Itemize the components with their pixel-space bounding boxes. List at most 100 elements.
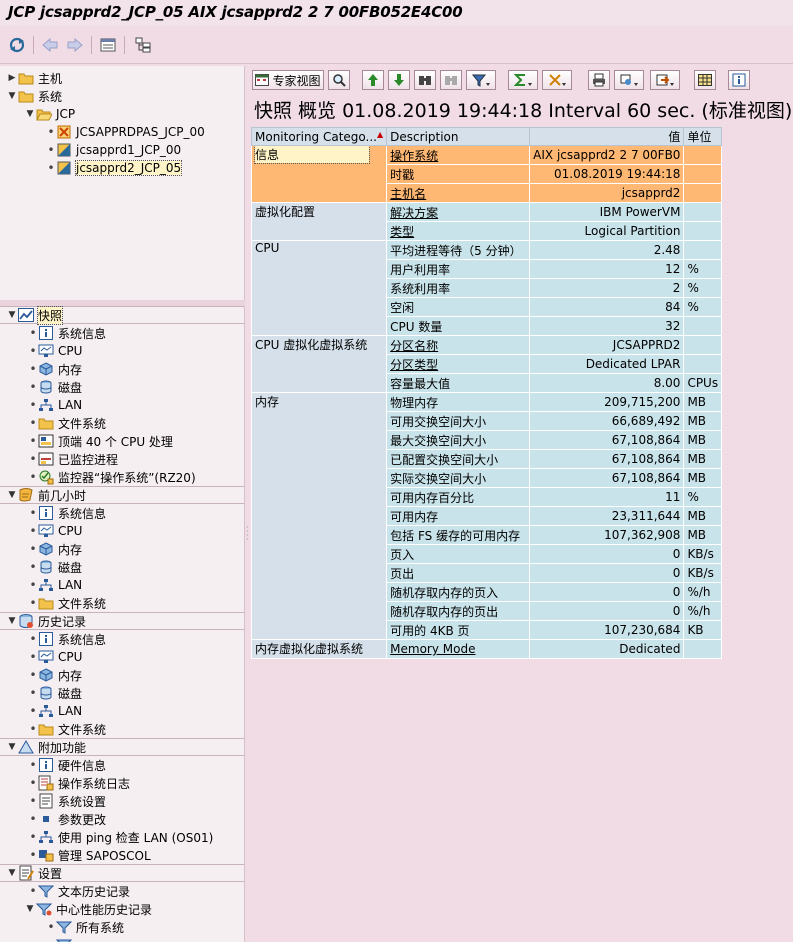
category-cell[interactable]: 虚拟化配置 — [250, 202, 388, 241]
collapse-arrow-icon[interactable]: ▼ — [6, 742, 18, 752]
tree-item[interactable]: •... — [46, 936, 87, 942]
tree-item[interactable]: • 磁盘 — [28, 684, 82, 702]
tree-item[interactable]: • 文件系统 — [28, 594, 106, 612]
tree-group-header[interactable]: ▼ 快照 — [6, 306, 64, 325]
tree-item[interactable]: ▼ 中心性能历史记录 — [24, 900, 152, 918]
tree-toggle-icon[interactable] — [134, 36, 152, 54]
subtotal-button[interactable] — [542, 70, 572, 90]
category-cell[interactable]: 信息 — [250, 145, 388, 203]
category-cell[interactable]: 内存虚拟化虚拟系统 — [250, 639, 388, 659]
column-header-value[interactable]: 值 — [529, 127, 685, 146]
table-row[interactable]: CPU 虚拟化虚拟系统 分区名称 JCSAPPRD2 — [250, 335, 723, 393]
memory-icon — [38, 361, 54, 377]
tree-item[interactable]: • CPU — [28, 522, 82, 540]
description-cell[interactable]: 解决方案 — [386, 202, 531, 222]
tree-item[interactable]: • 系统设置 — [28, 792, 106, 810]
tree-item[interactable]: • 系统信息 — [28, 630, 106, 648]
refresh-icon[interactable] — [8, 36, 26, 54]
table-row[interactable]: 虚拟化配置 解决方案 IBM PowerVM — [250, 202, 723, 241]
tree-group-header[interactable]: ▼ 附加功能 — [6, 738, 86, 756]
print-button[interactable] — [588, 70, 610, 90]
description-cell[interactable]: 类型 — [386, 221, 531, 241]
collapse-arrow-icon[interactable]: ▼ — [6, 616, 18, 626]
tree-group-header[interactable]: ▼ 历史记录 — [6, 612, 86, 630]
tree-node-systems[interactable]: ▼ 系统 — [6, 87, 62, 105]
sum-button[interactable] — [508, 70, 538, 90]
collapse-arrow-icon[interactable]: ▼ — [6, 868, 18, 878]
tree-item[interactable]: • 内存 — [28, 666, 82, 684]
tree-item[interactable]: • 操作系统日志 — [28, 774, 130, 792]
category-cell[interactable]: CPU 虚拟化虚拟系统 — [250, 335, 388, 393]
table-row[interactable]: CPU 平均进程等待（5 分钟） 2.48 — [250, 240, 723, 336]
tree-item[interactable]: • 管理 SAPOSCOL — [28, 846, 150, 864]
collapse-arrow-icon[interactable]: ▼ — [6, 310, 18, 320]
layout-icon[interactable] — [99, 36, 117, 54]
column-header-category[interactable]: Monitoring Catego...▲ — [250, 127, 388, 146]
expand-arrow-icon[interactable]: ▶ — [6, 73, 18, 83]
tree-group-header[interactable]: ▼ 前几小时 — [6, 486, 86, 504]
tree-item[interactable]: • 已监控进程 — [28, 450, 118, 468]
tree-item[interactable]: • 文本历史记录 — [28, 882, 130, 900]
column-header-unit[interactable]: 单位 — [683, 127, 723, 146]
tree-item[interactable]: • 内存 — [28, 540, 82, 558]
tree-item[interactable]: • CPU — [28, 342, 82, 360]
tree-item[interactable]: • 参数更改 — [28, 810, 106, 828]
category-cell[interactable]: 内存 — [250, 392, 388, 640]
tree-node-jcsapprd1[interactable]: • jcsapprd1_JCP_00 — [46, 141, 181, 159]
table-row[interactable]: 信息 操作系统 AIX jcsapprd2 2 7 00FB0 — [250, 145, 723, 203]
sort-descending-button[interactable] — [388, 70, 410, 90]
forward-arrow-icon[interactable] — [66, 36, 84, 54]
table-row[interactable]: 内存虚拟化虚拟系统 Memory Mode Dedicated — [250, 639, 723, 659]
description-cell[interactable]: 操作系统 — [386, 145, 531, 165]
description-cell: 空闲 — [386, 297, 531, 317]
find-next-button[interactable] — [440, 70, 462, 90]
tree-node-hosts[interactable]: ▶ 主机 — [6, 69, 62, 87]
tree-item[interactable]: • 硬件信息 — [28, 756, 106, 774]
tree-item[interactable]: • LAN — [28, 576, 82, 594]
tree-item[interactable]: • 系统信息 — [28, 324, 106, 342]
collapse-arrow-icon[interactable]: ▼ — [6, 490, 18, 500]
info-button[interactable] — [728, 70, 750, 90]
tree-item[interactable]: • 系统信息 — [28, 504, 106, 522]
tree-item[interactable]: • 所有系统 — [46, 918, 124, 936]
description-cell[interactable]: 主机名 — [386, 183, 531, 203]
collapse-arrow-icon[interactable]: ▼ — [24, 109, 36, 119]
filter-button[interactable] — [466, 70, 496, 90]
tree-item[interactable]: • 内存 — [28, 360, 82, 378]
tree-item[interactable]: • 磁盘 — [28, 378, 82, 396]
description-cell[interactable]: 分区类型 — [386, 354, 531, 374]
back-arrow-icon[interactable] — [41, 36, 59, 54]
layout-button[interactable] — [694, 70, 716, 90]
table-row[interactable]: 内存 物理内存 209,715,200 MB — [250, 392, 723, 640]
export-button[interactable] — [650, 70, 680, 90]
tree-item[interactable]: • 顶端 40 个 CPU 处理 — [28, 432, 172, 450]
tree-node-label: 主机 — [38, 71, 63, 86]
tree-node-jcsapprdpas[interactable]: • JCSAPPRDPAS_JCP_00 — [46, 123, 204, 141]
sort-ascending-button[interactable] — [362, 70, 384, 90]
description-cell[interactable]: 分区名称 — [386, 335, 531, 355]
description-cell[interactable]: Memory Mode — [386, 639, 531, 659]
tree-item[interactable]: • 文件系统 — [28, 414, 106, 432]
tree-item[interactable]: • 文件系统 — [28, 720, 106, 738]
tree-node-jcp[interactable]: ▼ JCP — [24, 105, 76, 123]
collapse-arrow-icon[interactable]: ▼ — [24, 904, 36, 914]
collapse-arrow-icon[interactable]: ▼ — [6, 91, 18, 101]
tree-item[interactable]: • LAN — [28, 702, 82, 720]
tree-item[interactable]: • LAN — [28, 396, 82, 414]
tree-item[interactable]: • 磁盘 — [28, 558, 82, 576]
tree-node-jcsapprd2[interactable]: • jcsapprd2_JCP_05 — [46, 159, 183, 177]
tree-item[interactable]: • CPU — [28, 648, 82, 666]
tree-group-header[interactable]: ▼ 设置 — [6, 864, 62, 882]
value-cell: 67,108,864 — [529, 430, 685, 450]
tree-item[interactable]: • 使用 ping 检查 LAN (OS01) — [28, 828, 213, 846]
category-cell[interactable]: CPU — [250, 240, 388, 336]
expert-view-button[interactable]: 专家视图 — [252, 70, 324, 90]
vertical-splitter[interactable]: · · · · — [245, 66, 250, 942]
column-header-description[interactable]: Description — [386, 127, 531, 146]
window-title: JCP jcsapprd2_JCP_05 AIX jcsapprd2 2 7 0… — [0, 0, 793, 26]
view-button[interactable] — [614, 70, 644, 90]
unit-cell: CPUs — [683, 373, 723, 393]
find-button[interactable] — [414, 70, 436, 90]
tree-item[interactable]: • 监控器“操作系统”(RZ20) — [28, 468, 196, 486]
search-button[interactable] — [328, 70, 350, 90]
